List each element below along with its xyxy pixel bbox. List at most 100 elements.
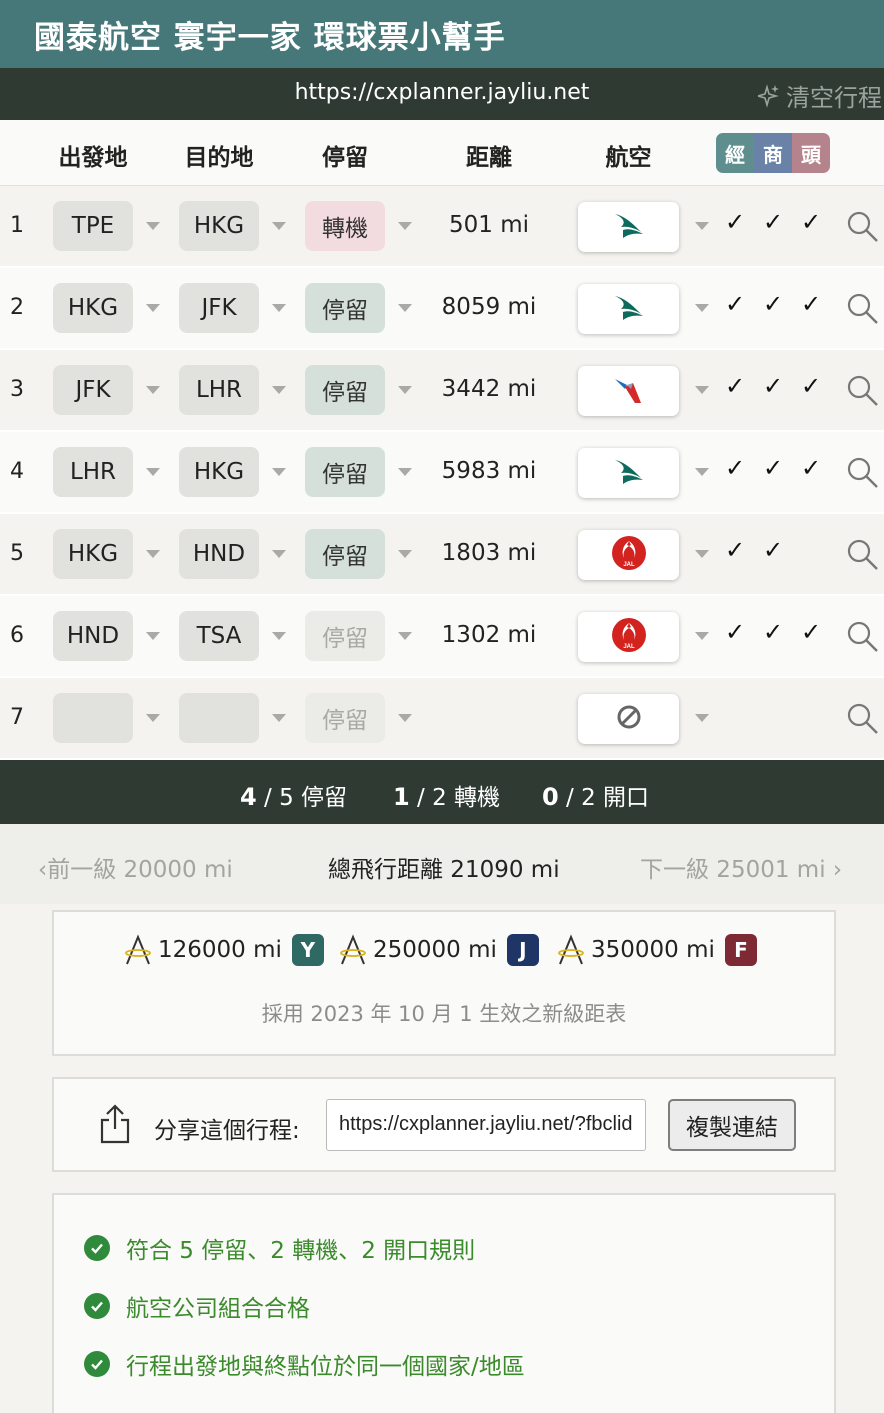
search-icon[interactable] xyxy=(846,374,880,408)
origin-select[interactable]: TPE xyxy=(53,201,133,251)
chevron-down-icon[interactable] xyxy=(695,386,709,394)
search-icon[interactable] xyxy=(846,620,880,654)
chevron-down-icon[interactable] xyxy=(272,222,286,230)
row-number: 2 xyxy=(10,295,24,320)
destination-select[interactable]: HKG xyxy=(179,447,259,497)
stop-type-select[interactable]: 停留 xyxy=(305,529,385,579)
airline-select[interactable]: JAL xyxy=(578,612,679,662)
chevron-down-icon[interactable] xyxy=(146,714,160,722)
search-icon[interactable] xyxy=(846,456,880,490)
fare-item: 250000 mi J xyxy=(339,934,539,966)
stop-type-select[interactable]: 轉機 xyxy=(305,201,385,251)
stopover-count: 4 / 5 停留 xyxy=(240,783,348,811)
chevron-down-icon[interactable] xyxy=(398,714,412,722)
rule-check-item: 符合 5 停留、2 轉機、2 開口規則 xyxy=(84,1231,475,1265)
destination-select[interactable]: HND xyxy=(179,529,259,579)
fare-class-badge: F xyxy=(724,934,757,966)
sparkle-icon xyxy=(758,83,779,108)
origin-select[interactable]: JFK xyxy=(53,365,133,415)
chevron-down-icon[interactable] xyxy=(398,468,412,476)
airline-select[interactable] xyxy=(578,202,679,252)
openjaw-count: 0 / 2 開口 xyxy=(542,783,650,811)
stop-type-select[interactable]: 停留 xyxy=(305,447,385,497)
share-box: 分享這個行程: https://cxplanner.jayliu.net/?fb… xyxy=(52,1077,836,1172)
airline-select[interactable] xyxy=(578,366,679,416)
airline-select[interactable] xyxy=(578,694,679,744)
chevron-down-icon[interactable] xyxy=(146,222,160,230)
chevron-down-icon[interactable] xyxy=(146,550,160,558)
segment-distance: 8059 mi xyxy=(441,294,537,320)
rule-check-item: 航空公司組合合格 xyxy=(84,1289,310,1323)
search-icon[interactable] xyxy=(846,292,880,326)
cathay-pacific-logo xyxy=(611,292,647,326)
origin-select[interactable]: LHR xyxy=(53,447,133,497)
header-stop: 停留 xyxy=(322,145,368,171)
cathay-pacific-logo xyxy=(611,456,647,490)
chevron-down-icon[interactable] xyxy=(272,714,286,722)
stop-type-select[interactable]: 停留 xyxy=(305,611,385,661)
clear-itinerary-button[interactable]: 清空行程 xyxy=(758,78,882,113)
chevron-down-icon[interactable] xyxy=(272,468,286,476)
chevron-down-icon[interactable] xyxy=(398,222,412,230)
chevron-down-icon[interactable] xyxy=(695,468,709,476)
origin-select[interactable]: HKG xyxy=(53,529,133,579)
share-icon[interactable] xyxy=(98,1103,132,1145)
search-icon[interactable] xyxy=(846,210,880,244)
chevron-down-icon[interactable] xyxy=(398,386,412,394)
app-title-bar: 國泰航空 寰宇一家 環球票小幫手 xyxy=(0,0,884,68)
airline-select[interactable]: JAL xyxy=(578,530,679,580)
next-tier-link[interactable]: 下一級 25001 mi › xyxy=(640,850,842,884)
origin-select[interactable] xyxy=(53,693,133,743)
class-business-badge: 商 xyxy=(754,133,792,173)
stop-type-select[interactable]: 停留 xyxy=(305,283,385,333)
chevron-down-icon[interactable] xyxy=(272,386,286,394)
chevron-down-icon[interactable] xyxy=(695,222,709,230)
destination-select[interactable]: HKG xyxy=(179,201,259,251)
chevron-down-icon[interactable] xyxy=(146,632,160,640)
destination-select[interactable] xyxy=(179,693,259,743)
first-check: ✓ xyxy=(800,290,822,318)
economy-check: ✓ xyxy=(724,454,746,482)
airline-select[interactable] xyxy=(578,284,679,334)
origin-select[interactable]: HND xyxy=(53,611,133,661)
itinerary-row: 1 TPE HKG 轉機 501 mi ✓ ✓ ✓ xyxy=(0,186,884,268)
chevron-down-icon[interactable] xyxy=(146,386,160,394)
stop-type-select[interactable]: 停留 xyxy=(305,693,385,743)
rule-text: 航空公司組合合格 xyxy=(126,1296,310,1322)
search-icon[interactable] xyxy=(846,538,880,572)
business-check: ✓ xyxy=(762,454,784,482)
destination-select[interactable]: TSA xyxy=(179,611,259,661)
chevron-down-icon[interactable] xyxy=(398,304,412,312)
search-icon[interactable] xyxy=(846,702,880,736)
stop-type-select[interactable]: 停留 xyxy=(305,365,385,415)
airline-select[interactable] xyxy=(578,448,679,498)
header-origin: 出發地 xyxy=(58,145,128,171)
chevron-down-icon[interactable] xyxy=(695,304,709,312)
chevron-down-icon[interactable] xyxy=(695,714,709,722)
destination-select[interactable]: LHR xyxy=(179,365,259,415)
origin-select[interactable]: HKG xyxy=(53,283,133,333)
chevron-down-icon[interactable] xyxy=(398,550,412,558)
segment-distance: 3442 mi xyxy=(441,376,537,402)
jal-logo: JAL xyxy=(610,534,648,576)
chevron-down-icon[interactable] xyxy=(146,468,160,476)
previous-tier-link[interactable]: ‹前一級 20000 mi xyxy=(38,850,233,884)
site-url[interactable]: https://cxplanner.jayliu.net xyxy=(0,80,884,105)
chevron-down-icon[interactable] xyxy=(398,632,412,640)
chevron-down-icon[interactable] xyxy=(272,550,286,558)
fare-item: 126000 mi Y xyxy=(124,934,324,966)
chevron-down-icon[interactable] xyxy=(146,304,160,312)
chevron-down-icon[interactable] xyxy=(695,550,709,558)
fare-class-badge: Y xyxy=(291,934,324,966)
copy-link-button[interactable]: 複製連結 xyxy=(668,1099,796,1151)
destination-select[interactable]: JFK xyxy=(179,283,259,333)
chevron-down-icon[interactable] xyxy=(272,304,286,312)
chevron-down-icon[interactable] xyxy=(272,632,286,640)
share-url-input[interactable]: https://cxplanner.jayliu.net/?fbclid xyxy=(326,1099,646,1151)
economy-check: ✓ xyxy=(724,290,746,318)
chevron-down-icon[interactable] xyxy=(695,632,709,640)
fare-item: 350000 mi F xyxy=(557,934,757,966)
fare-box: 126000 mi Y 250000 mi J 350000 mi F 採用 2023 年… xyxy=(52,910,836,1056)
chevron-right-icon: › xyxy=(832,857,843,883)
app-title: 國泰航空 寰宇一家 環球票小幫手 xyxy=(34,20,506,56)
